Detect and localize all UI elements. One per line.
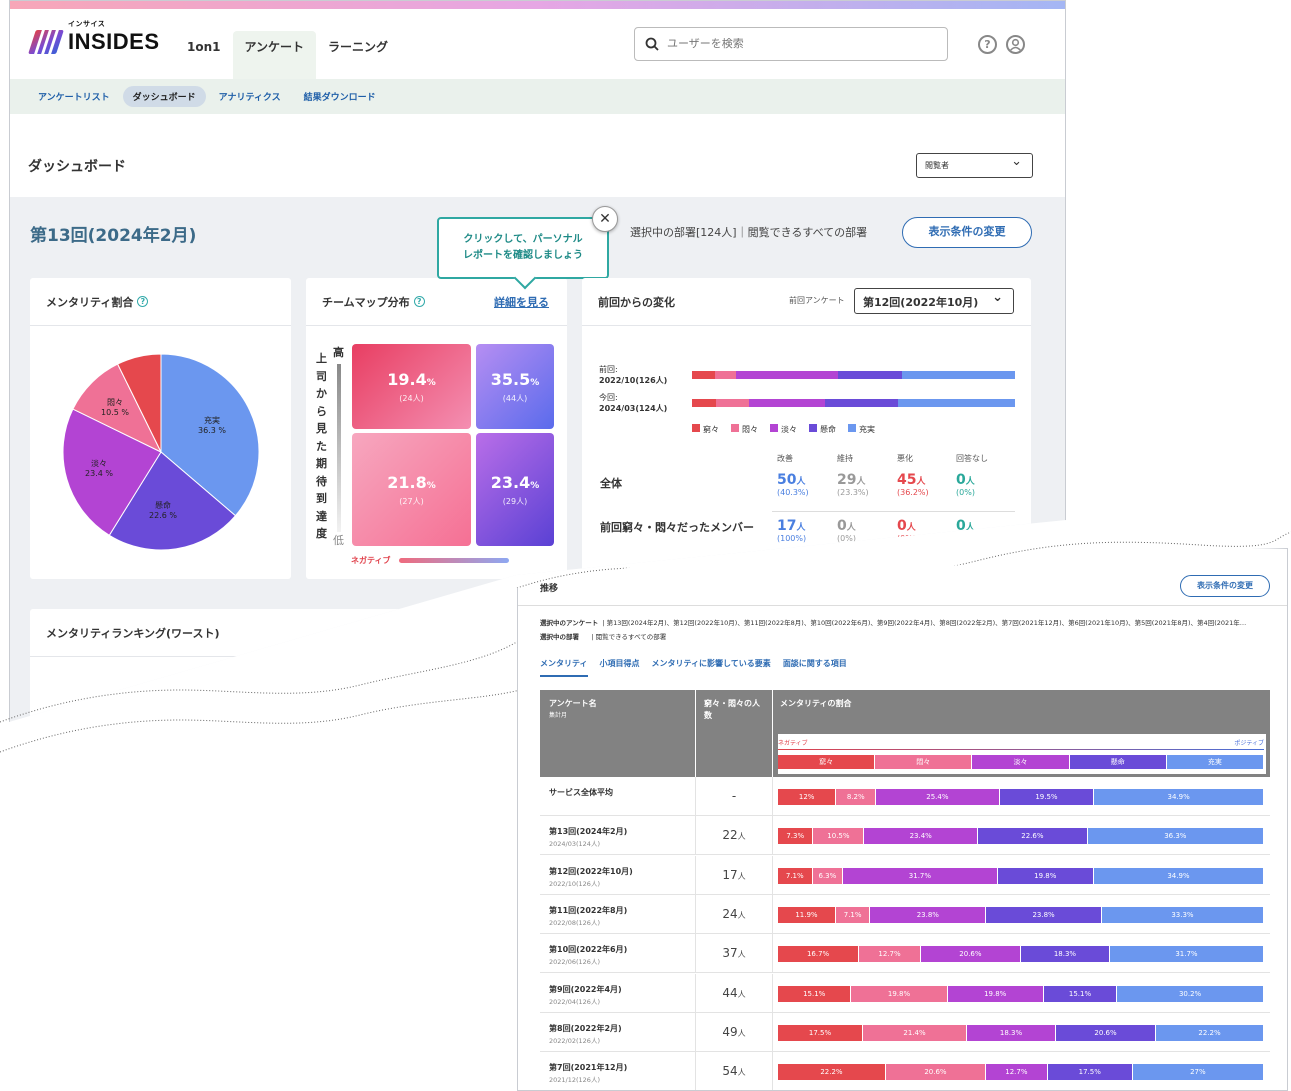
table-row[interactable]: 第9回(2022年4月) 2022/04(126人) 44人 15.1% 19.8% 19…	[540, 973, 1270, 1013]
survey-date: 2024/03(124人)	[549, 840, 600, 849]
col-count: 窮々・悶々の人数	[695, 690, 773, 777]
ratio-segment: 8.2%	[836, 789, 877, 805]
col-survey-month: 集計月	[549, 712, 568, 719]
ratio-segment: 7.3%	[778, 828, 814, 845]
ratio-segment: 19.5%	[999, 789, 1095, 805]
ratio-segment: 12.7%	[859, 946, 921, 963]
negative-count: 44人	[695, 973, 773, 1012]
ratio-segment: 23.4%	[864, 828, 979, 845]
ratio-segment: 18.3%	[1020, 946, 1110, 963]
negative-label: ネガティブ	[778, 740, 808, 747]
ratio-segment: 19.8%	[947, 985, 1044, 1002]
ratio-bar: 7.1% 6.3% 31.7% 19.8% 34.9%	[778, 867, 1264, 884]
ratio-segment: 15.1%	[778, 985, 852, 1002]
survey-date: 2022/04(126人)	[549, 997, 600, 1006]
negative-count: 22人	[695, 816, 773, 855]
ratio-segment: 19.8%	[997, 867, 1094, 884]
ratio-segment: 12%	[778, 789, 837, 805]
ratio-segment: 7.1%	[835, 906, 871, 923]
ratio-segment: 25.4%	[876, 789, 1000, 805]
ratio-bar: 15.1% 19.8% 19.8% 15.1% 30.2%	[778, 985, 1264, 1002]
ratio-segment: 20.6%	[920, 946, 1021, 963]
survey-date: 2021/12(126人)	[549, 1076, 600, 1085]
ratio-segment: 6.3%	[812, 867, 844, 884]
selected-dept: 選択中の部署 | 閲覧できるすべての部署	[540, 633, 667, 641]
table-row[interactable]: 第7回(2021年12月) 2021/12(126人) 54人 22.2% 20.6% 1…	[540, 1052, 1270, 1090]
negative-count: -	[695, 777, 773, 815]
negative-count: 49人	[695, 1012, 773, 1051]
table-row[interactable]: 第11回(2022年8月) 2022/08(126人) 24人 11.9% 7.1% 23…	[540, 894, 1270, 934]
table-row[interactable]: サービス全体平均 -12% 8.2% 25.4% 19.5% 34.9%	[540, 777, 1270, 816]
ratio-segment: 22.2%	[778, 1064, 886, 1081]
ratio-segment: 23.8%	[870, 906, 987, 923]
ratio-bar: 11.9% 7.1% 23.8% 23.8% 33.3%	[778, 906, 1264, 923]
survey-name: 第12回(2022年10月)	[549, 866, 633, 876]
survey-name: 第9回(2022年4月)	[549, 984, 622, 994]
table-row[interactable]: 第12回(2022年10月) 2022/10(126人) 17人 7.1% 6.3% 31…	[540, 855, 1270, 895]
trend-screen: 推移 表示条件の変更 選択中のアンケート | 第13回(2024年2月)、第12…	[517, 548, 1288, 1091]
ratio-bar: 12% 8.2% 25.4% 19.5% 34.9%	[778, 789, 1264, 805]
table-row[interactable]: 第13回(2024年2月) 2024/03(124人) 22人 7.3% 10.5% 23…	[540, 816, 1270, 856]
survey-name: 第10回(2022年6月)	[549, 945, 628, 955]
survey-name: 第8回(2022年2月)	[549, 1023, 622, 1033]
ratio-segment: 23.8%	[986, 906, 1102, 923]
table-row[interactable]: 第10回(2022年6月) 2022/06(126人) 37人 16.7% 12.7% 2…	[540, 934, 1270, 974]
divider	[518, 605, 1287, 606]
survey-date: 2022/10(126人)	[549, 879, 600, 888]
tab-subitem[interactable]: 小項目得点	[600, 658, 640, 677]
ratio-segment: 12.7%	[986, 1064, 1048, 1081]
survey-date: 2022/08(126人)	[549, 918, 600, 927]
tab-factors[interactable]: メンタリティに影響している要素	[652, 658, 771, 677]
ratio-segment: 34.9%	[1094, 867, 1264, 884]
ratio-segment: 27%	[1132, 1064, 1264, 1081]
ratio-segment: 19.8%	[851, 985, 948, 1002]
trend-tabs: メンタリティ 小項目得点 メンタリティに影響している要素 面談に関する項目	[540, 658, 847, 677]
positive-label: ポジティブ	[1234, 740, 1264, 747]
ratio-bar: 7.3% 10.5% 23.4% 22.6% 36.3%	[778, 828, 1264, 845]
tab-interview[interactable]: 面談に関する項目	[783, 658, 847, 677]
negative-count: 17人	[695, 855, 773, 894]
negative-count: 24人	[695, 894, 773, 933]
ratio-bar: 17.5% 21.4% 18.3% 20.6% 22.2%	[778, 1024, 1264, 1041]
survey-name: 第11回(2022年8月)	[549, 905, 628, 915]
ratio-segment: 7.1%	[778, 867, 813, 884]
ratio-segment: 36.3%	[1087, 828, 1264, 845]
ratio-segment: 20.6%	[885, 1064, 986, 1081]
ratio-bar: 22.2% 20.6% 12.7% 17.5% 27%	[778, 1064, 1264, 1081]
negative-count: 37人	[695, 934, 773, 973]
ratio-segment: 18.3%	[967, 1024, 1056, 1041]
ratio-segment: 17.5%	[778, 1024, 864, 1041]
col-survey-name: アンケート名	[549, 699, 597, 708]
ratio-segment: 33.3%	[1101, 906, 1264, 923]
ratio-segment: 34.9%	[1094, 789, 1264, 805]
survey-name: サービス全体平均	[549, 788, 613, 797]
table-row[interactable]: 第8回(2022年2月) 2022/02(126人) 49人 17.5% 21.4% 18…	[540, 1012, 1270, 1052]
ratio-segment: 30.2%	[1117, 985, 1264, 1002]
survey-name: 第7回(2021年12月)	[549, 1063, 628, 1073]
ratio-segment: 31.7%	[1109, 946, 1264, 963]
selected-survey: 選択中のアンケート | 第13回(2024年2月)、第12回(2022年10月)…	[540, 619, 1247, 627]
ratio-segment: 16.7%	[778, 946, 860, 963]
tab-mentality[interactable]: メンタリティ	[540, 658, 588, 677]
ratio-bar: 16.7% 12.7% 20.6% 18.3% 31.7%	[778, 946, 1264, 963]
ratio-segment: 17.5%	[1047, 1064, 1133, 1081]
survey-name: 第13回(2024年2月)	[549, 827, 628, 837]
col-ratio: メンタリティの割合	[780, 699, 852, 708]
ratio-segment: 11.9%	[778, 906, 836, 923]
ratio-segment: 31.7%	[843, 867, 998, 884]
survey-date: 2022/06(126人)	[549, 958, 600, 967]
ratio-segment: 21.4%	[863, 1024, 968, 1041]
ratio-segment: 22.6%	[978, 828, 1088, 845]
ratio-segment: 22.2%	[1156, 1024, 1264, 1041]
ratio-segment: 20.6%	[1055, 1024, 1157, 1041]
ratio-segment: 15.1%	[1043, 985, 1118, 1002]
survey-date: 2022/02(126人)	[549, 1036, 600, 1045]
mentality-scale: 窮々 悶々 淡々 懸命 充実	[778, 755, 1265, 769]
ratio-segment: 10.5%	[813, 828, 865, 845]
negative-count: 54人	[695, 1052, 773, 1090]
change-condition-button[interactable]: 表示条件の変更	[1180, 575, 1270, 597]
